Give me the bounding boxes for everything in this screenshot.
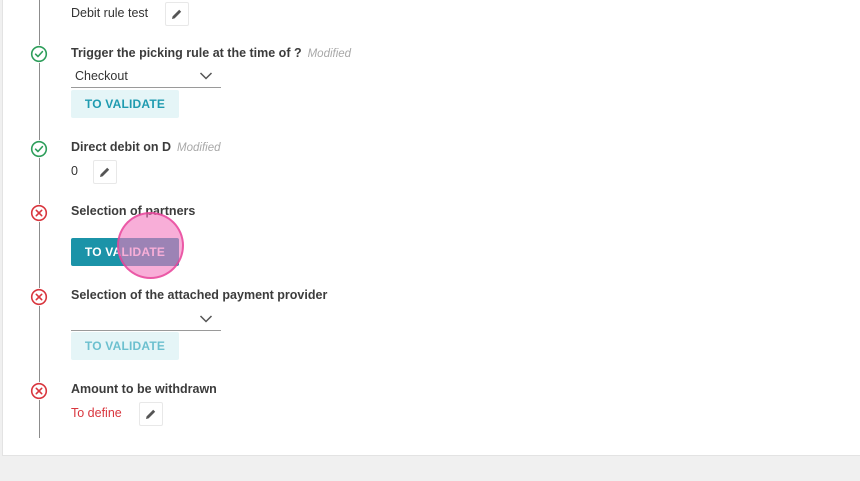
payment-provider-select[interactable]	[71, 309, 221, 331]
status-error-icon	[30, 204, 48, 222]
step-5-validate-button[interactable]: TO VALIDATE	[71, 332, 179, 360]
step-1-value: Debit rule test	[71, 6, 149, 20]
step-2-title: Trigger the picking rule at the time of …	[71, 46, 351, 60]
step-3-value: 0	[71, 164, 78, 178]
step-3-title: Direct debit on D Modified	[71, 140, 220, 154]
step-6-title: Amount to be withdrawn	[71, 382, 217, 396]
trigger-select-value: Checkout	[75, 69, 128, 83]
step-2-validate-button[interactable]: TO VALIDATE	[71, 90, 179, 118]
status-success-icon	[30, 140, 48, 158]
chevron-down-icon	[199, 315, 213, 323]
pencil-icon	[100, 167, 110, 177]
step-6-edit-button[interactable]	[139, 402, 163, 426]
status-error-icon	[30, 382, 48, 400]
chevron-down-icon	[199, 72, 213, 80]
modified-label: Modified	[177, 142, 221, 154]
status-success-icon	[30, 45, 48, 63]
step-3-edit-button[interactable]	[93, 160, 117, 184]
step-4-title: Selection of partners	[71, 204, 196, 218]
step-2-title-text: Trigger the picking rule at the time of …	[71, 46, 302, 60]
pencil-icon	[146, 409, 156, 419]
page-footer-background	[0, 456, 860, 481]
trigger-select[interactable]: Checkout	[71, 66, 221, 88]
modified-label: Modified	[307, 48, 352, 60]
status-error-icon	[30, 288, 48, 306]
pencil-icon	[172, 9, 182, 19]
step-6-value: To define	[71, 406, 122, 420]
step-1-edit-button[interactable]	[165, 2, 189, 26]
workflow-panel: Debit rule test Trigger the picking rule…	[2, 0, 860, 456]
step-5-title: Selection of the attached payment provid…	[71, 288, 328, 302]
step-3-title-text: Direct debit on D	[71, 140, 172, 154]
step-4-validate-button[interactable]: TO VALIDATE	[71, 238, 179, 266]
